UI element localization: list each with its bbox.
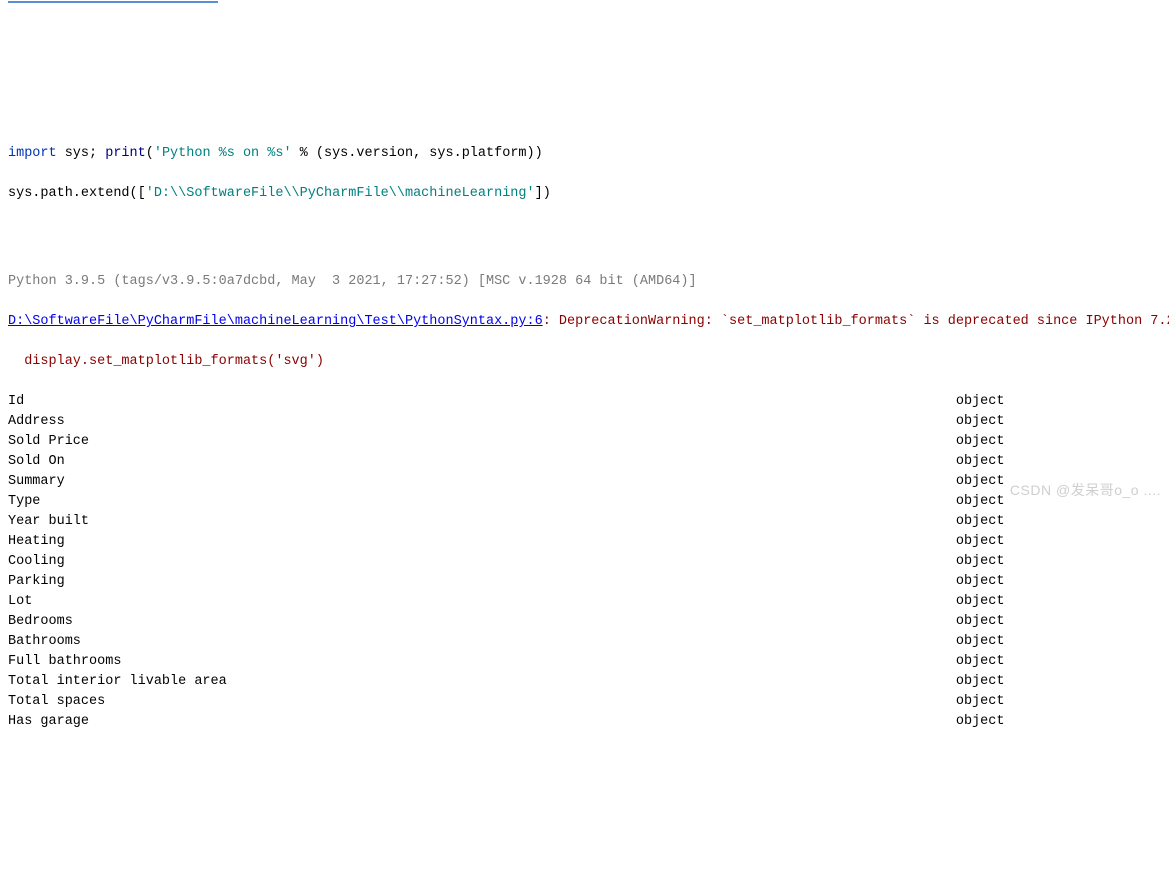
deprecation-warning-line: D:\SoftwareFile\PyCharmFile\machineLearn… xyxy=(8,312,1161,332)
string-literal: 'D:\\SoftwareFile\\PyCharmFile\\machineL… xyxy=(146,186,535,201)
warning-code-line: display.set_matplotlib_formats('svg') xyxy=(8,352,1161,372)
console-output: import sys; print('Python %s on %s' % (s… xyxy=(0,120,1169,752)
table-row: Has garage object xyxy=(8,712,1161,732)
table-row: Sold On object xyxy=(8,452,1161,472)
paren: ( xyxy=(146,146,154,161)
table-row: Parking object xyxy=(8,572,1161,592)
code-text: sys; xyxy=(57,146,106,161)
table-row: Total spaces object xyxy=(8,692,1161,712)
table-row: Year built object xyxy=(8,512,1161,532)
builtin-print: print xyxy=(105,146,146,161)
code-line-1: import sys; print('Python %s on %s' % (s… xyxy=(8,144,1161,164)
table-row: Full bathrooms object xyxy=(8,652,1161,672)
string-literal: 'Python %s on %s' xyxy=(154,146,292,161)
file-link[interactable]: D:\SoftwareFile\PyCharmFile\machineLearn… xyxy=(8,314,543,329)
code-text: % (sys.version, sys.platform)) xyxy=(292,146,543,161)
code-line-2: sys.path.extend(['D:\\SoftwareFile\\PyCh… xyxy=(8,184,1161,204)
selection-underline xyxy=(8,1,218,3)
table-row: Summary object xyxy=(8,472,1161,492)
warning-message: : `set_matplotlib_formats` is deprecated… xyxy=(705,314,1169,329)
keyword-import: import xyxy=(8,146,57,161)
table-row: Bathrooms object xyxy=(8,632,1161,652)
warning-type: DeprecationWarning xyxy=(559,314,705,329)
dtype-table: Id objectAddress xyxy=(8,392,1161,732)
table-row: Address object xyxy=(8,412,1161,432)
table-row: Type object xyxy=(8,492,1161,512)
table-row: Heating object xyxy=(8,532,1161,552)
table-row: Id object xyxy=(8,392,1161,412)
table-row: Cooling object xyxy=(8,552,1161,572)
python-version-line: Python 3.9.5 (tags/v3.9.5:0a7dcbd, May 3… xyxy=(8,272,1161,292)
code-text: sys.path.extend([ xyxy=(8,186,146,201)
table-row: Lot object xyxy=(8,592,1161,612)
table-row: Sold Price object xyxy=(8,432,1161,452)
warn-separator: : xyxy=(543,314,559,329)
code-text: ]) xyxy=(535,186,551,201)
table-row: Total interior livable area object xyxy=(8,672,1161,692)
blank-gap xyxy=(8,224,1161,252)
table-row: Bedrooms object xyxy=(8,612,1161,632)
